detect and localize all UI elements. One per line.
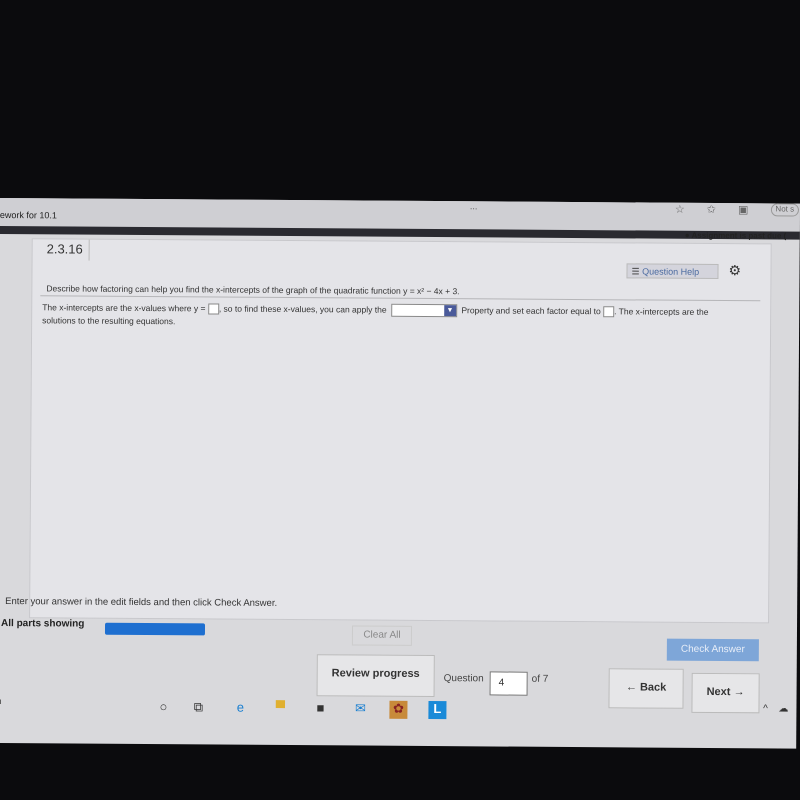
cortana-icon[interactable]: ○ (154, 699, 172, 717)
favorites-icon[interactable]: ✩ (707, 203, 716, 216)
chevron-up-icon[interactable]: ^ (756, 703, 774, 721)
mail-icon[interactable]: ✉ (351, 700, 369, 718)
y-value-input[interactable] (207, 303, 219, 315)
factor-value-input[interactable] (603, 306, 615, 318)
assignment-title: ework for 10.1 (0, 209, 57, 221)
file-explorer-icon[interactable]: ▀ (271, 700, 289, 718)
answer-text: The x-intercepts are the x-values where … (42, 301, 742, 331)
review-progress-button[interactable]: Review progress (316, 654, 435, 698)
collections-icon[interactable]: ▣ (738, 203, 748, 216)
question-help-label: Question Help (642, 266, 700, 277)
question-label: Question (443, 673, 484, 685)
check-answer-button[interactable]: Check Answer (666, 638, 759, 662)
screen: ... ☆ ✩ ▣ Not s ework for 10.1 ● Assignm… (0, 198, 800, 749)
question-number-input[interactable]: 4 (489, 671, 528, 696)
question-prompt: Describe how factoring can help you find… (46, 283, 460, 297)
question-number: 2.3.16 (40, 239, 90, 261)
answer-part-3: Property and set each factor equal to (461, 305, 601, 317)
url-fragment[interactable]: ... (470, 201, 478, 211)
answer-part-1: The x-intercepts are the x-values where … (42, 302, 206, 314)
l-app-icon[interactable]: L (428, 701, 447, 720)
list-icon: ☰ (631, 266, 640, 277)
past-due-text: Assignment is past due ( (691, 230, 787, 241)
question-total: of 7 (531, 673, 549, 685)
chevron-down-icon[interactable]: ▼ (443, 305, 456, 317)
all-parts-label: All parts showing (0, 618, 85, 630)
parts-progress-bar (104, 622, 206, 636)
edge-icon[interactable]: e (231, 700, 249, 718)
taskbar-search[interactable]: h (0, 696, 2, 706)
onedrive-icon[interactable]: ☁ (774, 703, 792, 721)
past-due-notice: ● Assignment is past due ( (684, 230, 787, 241)
answer-part-2: , so to find these x-values, you can app… (218, 303, 387, 315)
gear-icon[interactable]: ⚙ (728, 262, 741, 279)
star-icon[interactable]: ☆ (675, 203, 685, 216)
divider (40, 295, 761, 302)
property-dropdown[interactable]: ▼ (390, 303, 458, 318)
browser-icons: ☆ ✩ ▣ Not s (675, 203, 800, 217)
store-icon[interactable]: ■ (311, 700, 329, 718)
task-view-icon[interactable]: ⧉ (189, 699, 207, 717)
clear-all-button[interactable]: Clear All (351, 625, 413, 646)
taskbar: h ○ ⧉ e ▀ ■ ✉ ✿ L ^ ☁ (0, 690, 797, 726)
question-panel: 2.3.16 ☰ Question Help ⚙ Describe how fa… (29, 238, 772, 624)
app-icon[interactable]: ✿ (389, 700, 408, 719)
instructions: Enter your answer in the edit fields and… (5, 596, 278, 609)
not-secure-badge[interactable]: Not s (770, 203, 800, 217)
question-help-button[interactable]: ☰ Question Help (626, 263, 719, 280)
